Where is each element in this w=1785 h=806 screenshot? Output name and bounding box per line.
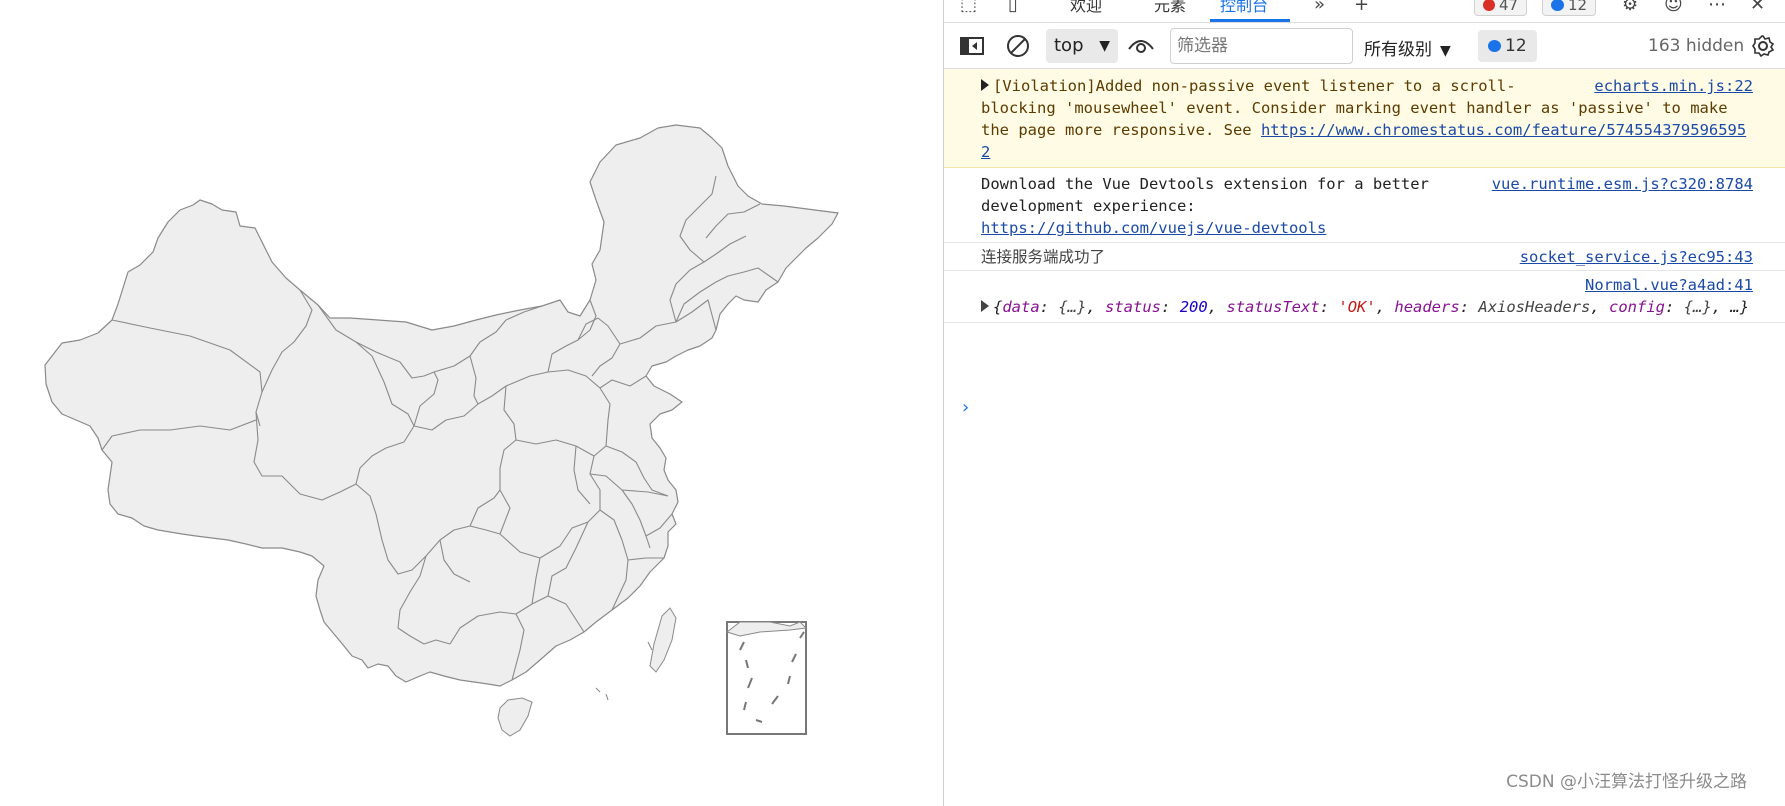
error-count: 47 xyxy=(1499,0,1519,14)
error-count-badge[interactable]: 47 xyxy=(1474,0,1528,16)
console-entry-vue: vue.runtime.esm.js?c320:8784 Download th… xyxy=(944,168,1785,243)
add-tab-icon[interactable]: + xyxy=(1354,0,1369,15)
issues-counter-button[interactable]: 12 xyxy=(1478,30,1537,62)
webpage-viewport xyxy=(0,0,943,806)
more-options-icon[interactable]: ⋯ xyxy=(1708,0,1726,15)
message-icon xyxy=(1551,0,1564,11)
device-toolbar-icon[interactable]: ▯ xyxy=(1008,0,1018,15)
source-link[interactable]: Normal.vue?a4ad:41 xyxy=(1585,276,1753,294)
south-china-sea-inset xyxy=(725,621,808,735)
tab-elements[interactable]: 元素 xyxy=(1154,0,1186,16)
context-selector[interactable]: top ▼ xyxy=(1046,29,1118,63)
expand-triangle-icon[interactable] xyxy=(981,300,989,312)
chevron-down-icon: ▼ xyxy=(1440,43,1451,59)
csdn-watermark: CSDN @小汪算法打怪升级之路 xyxy=(1506,772,1747,792)
map-mainland[interactable] xyxy=(44,124,839,687)
close-devtools-icon[interactable]: ✕ xyxy=(1750,0,1765,15)
tab-welcome[interactable]: 欢迎 xyxy=(1070,0,1102,16)
expand-triangle-icon[interactable] xyxy=(981,79,989,91)
hidden-messages-count: 163 hidden xyxy=(1648,36,1745,56)
filter-input[interactable] xyxy=(1170,28,1353,64)
source-link[interactable]: socket_service.js?ec95:43 xyxy=(1520,246,1753,268)
china-map[interactable] xyxy=(0,0,943,806)
console-prompt-chevron-icon[interactable]: › xyxy=(962,397,969,418)
logged-object[interactable]: {data: {…}, status: 200, statusText: 'OK… xyxy=(981,296,1753,318)
message-text: Download the Vue Devtools extension for … xyxy=(981,175,1429,215)
sidebar-toggle-icon[interactable] xyxy=(959,33,985,59)
devtools-tab-strip: ⬚ ▯ 欢迎 元素 控制台 » + 47 12 ⚙ ☺ ⋯ ✕ xyxy=(944,0,1785,23)
console-toolbar: top ▼ 所有级别 ▼ 12 163 hidden xyxy=(944,23,1785,69)
log-level-value: 所有级别 xyxy=(1364,40,1432,60)
console-messages: echarts.min.js:22 [Violation]Added non-p… xyxy=(944,69,1785,418)
feedback-icon[interactable]: ☺ xyxy=(1664,0,1683,15)
console-entry-socket: socket_service.js?ec95:43 连接服务端成功了 xyxy=(944,243,1785,271)
settings-gear-icon[interactable]: ⚙ xyxy=(1622,0,1638,15)
message-icon xyxy=(1488,40,1501,52)
map-taiwan[interactable] xyxy=(649,607,677,673)
message-count-badge[interactable]: 12 xyxy=(1542,0,1597,16)
source-link[interactable]: echarts.min.js:22 xyxy=(1594,75,1753,97)
inspect-element-icon[interactable]: ⬚ xyxy=(960,0,977,15)
message-link[interactable]: https://github.com/vuejs/vue-devtools xyxy=(981,219,1326,237)
map-hainan[interactable] xyxy=(497,697,533,737)
active-tab-indicator xyxy=(1210,19,1290,22)
clear-console-icon[interactable] xyxy=(1005,33,1031,59)
live-expression-eye-icon[interactable] xyxy=(1128,33,1154,59)
error-icon xyxy=(1483,0,1495,11)
devtools-panel: ⬚ ▯ 欢迎 元素 控制台 » + 47 12 ⚙ ☺ ⋯ ✕ top ▼ 所有… xyxy=(943,0,1785,806)
console-settings-gear-icon[interactable] xyxy=(1750,33,1776,59)
message-text: 连接服务端成功了 xyxy=(981,248,1106,266)
source-link[interactable]: vue.runtime.esm.js?c320:8784 xyxy=(1492,173,1753,195)
message-count: 12 xyxy=(1568,0,1588,14)
log-level-selector[interactable]: 所有级别 ▼ xyxy=(1364,35,1451,60)
tab-console[interactable]: 控制台 xyxy=(1220,0,1268,16)
chevron-down-icon: ▼ xyxy=(1099,38,1110,54)
more-tabs-icon[interactable]: » xyxy=(1314,0,1325,15)
issues-count: 12 xyxy=(1505,36,1527,56)
console-entry-violation: echarts.min.js:22 [Violation]Added non-p… xyxy=(944,69,1785,168)
console-entry-normal: Normal.vue?a4ad:41 {data: {…}, status: 2… xyxy=(944,271,1785,323)
context-value: top xyxy=(1054,35,1084,56)
